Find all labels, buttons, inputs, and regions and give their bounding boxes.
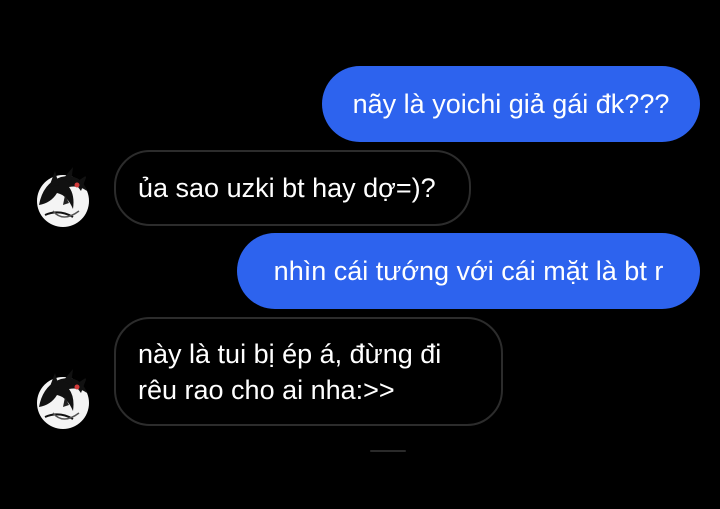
- scroll-indicator: [370, 450, 406, 452]
- message-text: ủa sao uzki bt hay dợ=)?: [138, 173, 436, 203]
- message-text: nhìn cái tướng với cái mặt là bt r: [273, 256, 664, 286]
- anime-avatar-icon: [29, 165, 93, 229]
- contact-avatar[interactable]: [29, 165, 93, 229]
- contact-avatar[interactable]: [29, 367, 93, 431]
- message-text: này là tui bị ép á, đừng đi rêu rao cho …: [138, 336, 441, 408]
- message-line: rêu rao cho ai nha:>>: [138, 374, 395, 405]
- message-line: này là tui bị ép á, đừng đi: [138, 338, 442, 369]
- anime-avatar-icon: [29, 367, 93, 431]
- message-bubble-incoming[interactable]: ủa sao uzki bt hay dợ=)?: [114, 150, 471, 226]
- chat-screen: { "messages": [ {"sender": "me", "text":…: [0, 0, 720, 509]
- message-bubble-outgoing[interactable]: nhìn cái tướng với cái mặt là bt r: [237, 233, 700, 309]
- message-text: nãy là yoichi giả gái đk???: [352, 89, 670, 119]
- message-bubble-outgoing[interactable]: nãy là yoichi giả gái đk???: [322, 66, 700, 142]
- message-bubble-incoming[interactable]: này là tui bị ép á, đừng đi rêu rao cho …: [114, 317, 503, 426]
